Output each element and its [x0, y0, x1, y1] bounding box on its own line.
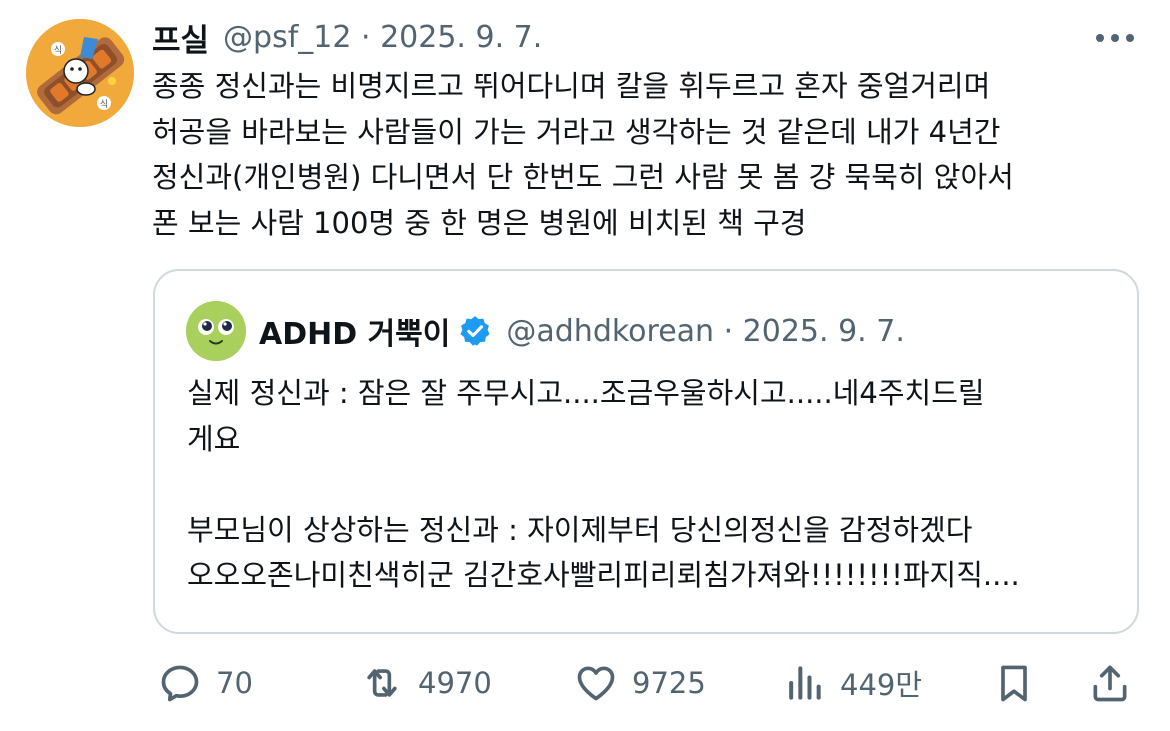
bookmark-icon [1001, 665, 1027, 702]
bookmark-button[interactable] [992, 650, 1036, 716]
tweet-header: 프실 @psf_12 · 2025. 9. 7. [152, 14, 542, 60]
quote-tweet-card[interactable]: ADHD 거뿍이 @adhdkorean · 2025. 9. 7. 실제 정신… [153, 269, 1139, 634]
author-handle-date[interactable]: @psf_12 · 2025. 9. 7. [223, 20, 542, 55]
retweet-button[interactable]: 4970 [360, 650, 492, 716]
sticker-text: 식 [54, 45, 62, 56]
quote-header: ADHD 거뿍이 @adhdkorean · 2025. 9. 7. [259, 307, 905, 355]
tweet-text: 종종 정신과는 비명지르고 뛰어다니며 칼을 휘두르고 혼자 중얼거리며 허공을… [152, 69, 1014, 240]
views-icon [789, 666, 821, 700]
quote-author-avatar[interactable] [186, 301, 246, 361]
reply-icon [161, 665, 199, 702]
heart-icon [577, 666, 615, 701]
more-horizontal-icon[interactable] [1094, 28, 1136, 48]
views-count: 449만 [840, 668, 923, 702]
reply-count: 70 [216, 666, 253, 700]
views-button[interactable]: 449만 [782, 650, 922, 716]
quote-author-display-name[interactable]: ADHD 거뿍이 [259, 309, 450, 353]
like-button[interactable]: 9725 [574, 650, 706, 716]
avatar-illustration [186, 301, 246, 361]
quote-text: 실제 정신과 : 잠은 잘 주무시고....조금우울하시고.....네4주치드릴… [187, 376, 1020, 592]
verified-badge-icon [460, 316, 490, 346]
quote-author-handle-date[interactable]: @adhdkorean · 2025. 9. 7. [506, 314, 904, 349]
share-button[interactable] [1088, 650, 1132, 716]
avatar-illustration: 식 식 [26, 19, 134, 127]
sticker-text: 식 [100, 99, 108, 110]
reply-button[interactable]: 70 [158, 650, 253, 716]
retweet-count: 4970 [418, 666, 492, 700]
retweet-icon [367, 669, 397, 697]
author-avatar[interactable]: 식 식 [26, 19, 134, 127]
tweet-action-bar: 70 4970 9725 449만 [0, 650, 1170, 716]
share-icon [1093, 665, 1127, 702]
like-count: 9725 [632, 666, 706, 700]
author-display-name[interactable]: 프실 [152, 15, 209, 60]
